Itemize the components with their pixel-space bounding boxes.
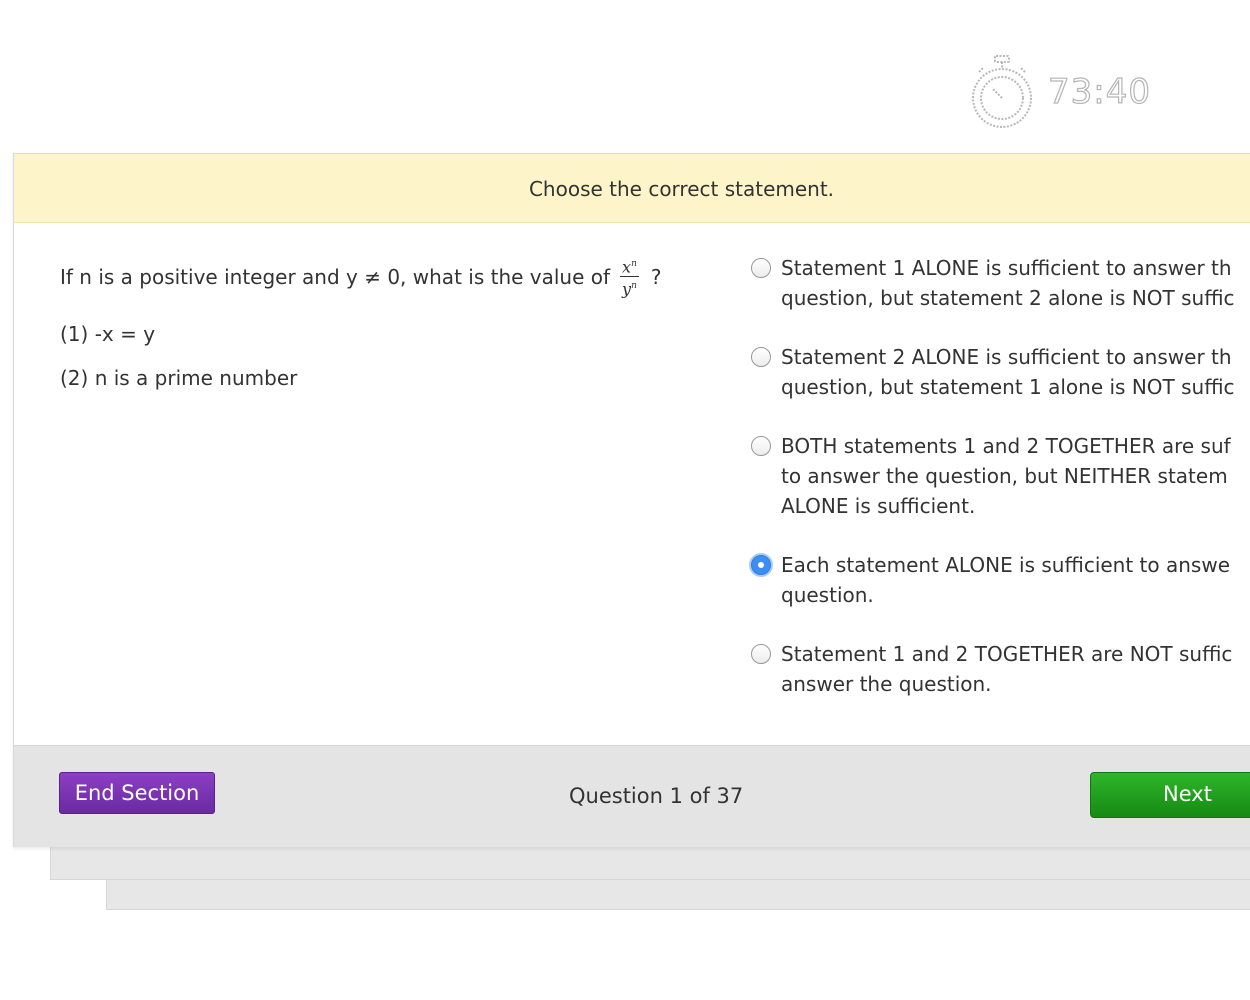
statement-1: (1) -x = y [60, 322, 156, 346]
radio-button[interactable] [751, 644, 771, 664]
radio-button[interactable] [751, 258, 771, 278]
radio-button-selected[interactable] [751, 555, 771, 575]
question-counter: Question 1 of 37 [569, 784, 744, 808]
radio-button[interactable] [751, 347, 771, 367]
option-label: Each statement ALONE is sufficient to an… [781, 553, 1231, 607]
stem-question-mark: ? [650, 264, 662, 289]
stem-text: If n is a positive integer and y ≠ 0, wh… [60, 264, 611, 289]
next-button-label: Next [1163, 782, 1212, 806]
answer-option-1[interactable]: Statement 1 ALONE is sufficient to answe… [751, 253, 1250, 313]
answer-option-2[interactable]: Statement 2 ALONE is sufficient to answe… [751, 342, 1250, 402]
navigation-footer: End Section Question 1 of 37 Next [14, 745, 1250, 847]
instruction-banner: Choose the correct statement. [14, 154, 1250, 223]
timer: 73:40 [970, 54, 1151, 130]
timer-display: 73:40 [1047, 71, 1151, 112]
answer-option-3[interactable]: BOTH statements 1 and 2 TOGETHER are suf… [751, 431, 1250, 521]
fraction-denominator: yn [622, 279, 637, 299]
option-label: BOTH statements 1 and 2 TOGETHER are suf… [781, 434, 1231, 518]
next-button[interactable]: Next [1090, 772, 1250, 818]
statement-2: (2) n is a prime number [60, 366, 298, 390]
end-section-button[interactable]: End Section [59, 772, 215, 814]
question-card: Choose the correct statement. If n is a … [13, 153, 1250, 847]
answer-option-5[interactable]: Statement 1 and 2 TOGETHER are NOT suffi… [751, 639, 1250, 699]
question-stem: If n is a positive integer and y ≠ 0, wh… [60, 256, 662, 298]
instruction-text: Choose the correct statement. [528, 177, 835, 201]
stopwatch-icon [972, 55, 1032, 128]
answer-option-4[interactable]: Each statement ALONE is sufficient to an… [751, 550, 1250, 610]
option-label: Statement 1 and 2 TOGETHER are NOT suffi… [781, 642, 1233, 696]
option-label: Statement 1 ALONE is sufficient to answe… [781, 256, 1235, 310]
option-label: Statement 2 ALONE is sufficient to answe… [781, 345, 1235, 399]
fraction-expression: xn yn [620, 256, 639, 298]
fraction-numerator: xn [620, 257, 639, 278]
radio-button[interactable] [751, 436, 771, 456]
